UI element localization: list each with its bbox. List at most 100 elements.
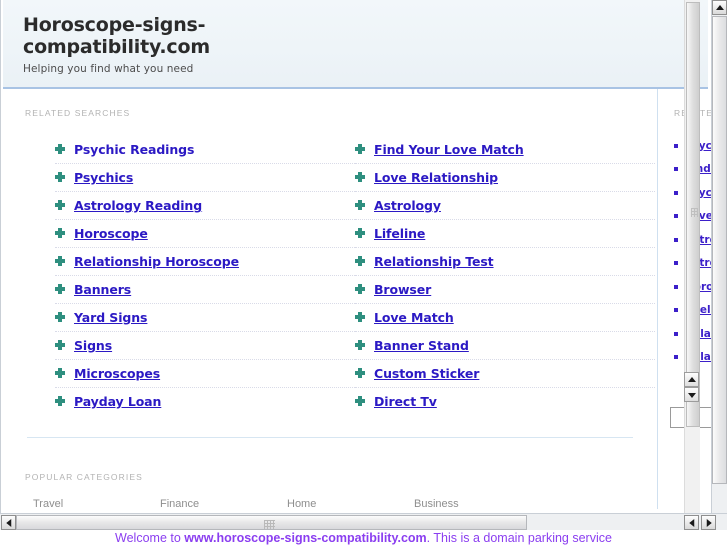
scrollbar-grip-icon xyxy=(264,520,275,529)
cross-bullet-icon xyxy=(55,144,66,155)
related-search-link[interactable]: Payday Loan xyxy=(74,394,161,409)
cross-bullet-icon xyxy=(355,144,366,155)
popular-categories-columns: Travel Airline Tickets Finance xyxy=(3,482,655,513)
related-search-link[interactable]: Banners xyxy=(74,282,131,297)
list-item[interactable]: Browser xyxy=(355,276,655,304)
list-item[interactable]: Custom Sticker xyxy=(355,360,655,388)
status-suffix: . This is a domain parking service xyxy=(426,530,612,545)
cross-bullet-icon xyxy=(55,256,66,267)
list-item[interactable]: Lifeline xyxy=(355,220,655,248)
cross-bullet-icon xyxy=(355,200,366,211)
list-item[interactable]: Microscopes xyxy=(55,360,355,388)
related-search-link[interactable]: Custom Sticker xyxy=(374,366,479,381)
cross-bullet-icon xyxy=(355,228,366,239)
page-scroll-buttons xyxy=(684,372,699,402)
related-search-link[interactable]: Find Your Love Match xyxy=(374,142,524,157)
related-search-link[interactable]: Banner Stand xyxy=(374,338,469,353)
related-searches-left-column: Psychic Readings Psychics Astrology Read… xyxy=(55,136,355,415)
page-scroll-down-button[interactable] xyxy=(684,387,699,402)
cross-bullet-icon xyxy=(55,340,66,351)
cross-bullet-icon xyxy=(355,368,366,379)
list-item[interactable]: Banner Stand xyxy=(355,332,655,360)
related-search-link[interactable]: Direct Tv xyxy=(374,394,437,409)
related-search-link[interactable]: Astrology Reading xyxy=(74,198,202,213)
scrollbar-grip-icon xyxy=(691,208,698,217)
window-vertical-scrollbar[interactable] xyxy=(711,0,727,513)
related-search-link[interactable]: Relationship Test xyxy=(374,254,494,269)
page-scroll-up-button[interactable] xyxy=(684,372,699,387)
list-item[interactable]: Banners xyxy=(55,276,355,304)
category-heading: Business xyxy=(414,498,459,510)
related-searches-label: RELATED SEARCHES xyxy=(25,108,131,118)
page-vertical-scrollbar[interactable] xyxy=(684,0,700,513)
related-search-link[interactable]: Microscopes xyxy=(74,366,160,381)
related-search-link[interactable]: Astrology xyxy=(374,198,441,213)
category-heading: Home xyxy=(287,498,317,510)
cross-bullet-icon xyxy=(55,396,66,407)
page-scrollbar-thumb[interactable] xyxy=(686,2,700,427)
square-bullet-icon xyxy=(674,284,678,289)
scroll-right-arrow-icon xyxy=(706,518,712,527)
related-search-link[interactable]: Lifeline xyxy=(374,226,425,241)
related-search-link[interactable]: Horoscope xyxy=(74,226,148,241)
related-search-link[interactable]: Yard Signs xyxy=(74,310,147,325)
popular-categories-section: POPULAR CATEGORIES Travel Airline Ticket… xyxy=(3,438,655,513)
cross-bullet-icon xyxy=(55,200,66,211)
related-search-link[interactable]: Love Relationship xyxy=(374,170,498,185)
window-scroll-up-button[interactable] xyxy=(712,0,727,15)
square-bullet-icon xyxy=(674,308,678,313)
cross-bullet-icon xyxy=(355,284,366,295)
cross-bullet-icon xyxy=(355,256,366,267)
window-scrollbar-thumb[interactable] xyxy=(712,16,727,484)
status-bar: Welcome to www.horoscope-signs-compatibi… xyxy=(0,530,727,545)
cross-bullet-icon xyxy=(355,312,366,323)
related-search-link[interactable]: Relationship Horoscope xyxy=(74,254,239,269)
square-bullet-icon xyxy=(674,261,678,266)
square-bullet-icon xyxy=(674,355,678,360)
cross-bullet-icon xyxy=(55,228,66,239)
scroll-left-arrow-icon xyxy=(5,518,11,527)
site-header: Horoscope-signs-compatibility.com Helpin… xyxy=(3,0,708,89)
window-scroll-right-button[interactable] xyxy=(701,515,716,530)
related-search-link[interactable]: Browser xyxy=(374,282,431,297)
related-search-link[interactable]: Psychic Readings xyxy=(74,142,194,157)
list-item[interactable]: Direct Tv xyxy=(355,388,655,415)
popular-category-travel: Travel Airline Tickets xyxy=(33,498,160,513)
related-searches-columns: Psychic Readings Psychics Astrology Read… xyxy=(3,118,655,415)
list-item[interactable]: Love Match xyxy=(355,304,655,332)
window-scroll-left-button-2[interactable] xyxy=(684,515,699,530)
list-item[interactable]: Psychics xyxy=(55,164,355,192)
list-item[interactable]: Love Relationship xyxy=(355,164,655,192)
list-item[interactable]: Signs xyxy=(55,332,355,360)
list-item[interactable]: Psychic Readings xyxy=(55,136,355,164)
related-search-link[interactable]: Love Match xyxy=(374,310,454,325)
related-search-link[interactable]: Signs xyxy=(74,338,112,353)
square-bullet-icon xyxy=(674,214,678,219)
category-heading: Finance xyxy=(160,498,200,510)
window-hscrollbar-thumb[interactable] xyxy=(16,515,527,530)
list-item[interactable]: Payday Loan xyxy=(55,388,355,415)
scroll-left-arrow-icon xyxy=(688,518,694,527)
list-item[interactable]: Relationship Test xyxy=(355,248,655,276)
window-horizontal-scrollbar[interactable] xyxy=(0,513,727,530)
list-item[interactable]: Astrology Reading xyxy=(55,192,355,220)
list-item[interactable]: Horoscope xyxy=(55,220,355,248)
cross-bullet-icon xyxy=(55,368,66,379)
cross-bullet-icon xyxy=(55,172,66,183)
list-item[interactable]: Find Your Love Match xyxy=(355,136,655,164)
scroll-up-arrow-icon xyxy=(687,376,696,382)
list-item[interactable]: Astrology xyxy=(355,192,655,220)
page-viewport: Horoscope-signs-compatibility.com Helpin… xyxy=(0,0,711,513)
status-domain: www.horoscope-signs-compatibility.com xyxy=(184,530,427,545)
status-message: Welcome to www.horoscope-signs-compatibi… xyxy=(115,531,612,545)
square-bullet-icon xyxy=(674,143,678,148)
list-item[interactable]: Yard Signs xyxy=(55,304,355,332)
cross-bullet-icon xyxy=(355,396,366,407)
list-item[interactable]: Relationship Horoscope xyxy=(55,248,355,276)
main-content: RELATED SEARCHES Psychic Readings Psychi… xyxy=(3,89,655,513)
scroll-up-arrow-icon xyxy=(715,4,724,10)
related-search-link[interactable]: Psychics xyxy=(74,170,133,185)
popular-category-business: Business Employment xyxy=(414,498,541,513)
window-scroll-left-button[interactable] xyxy=(1,515,16,530)
category-heading: Travel xyxy=(33,498,64,510)
